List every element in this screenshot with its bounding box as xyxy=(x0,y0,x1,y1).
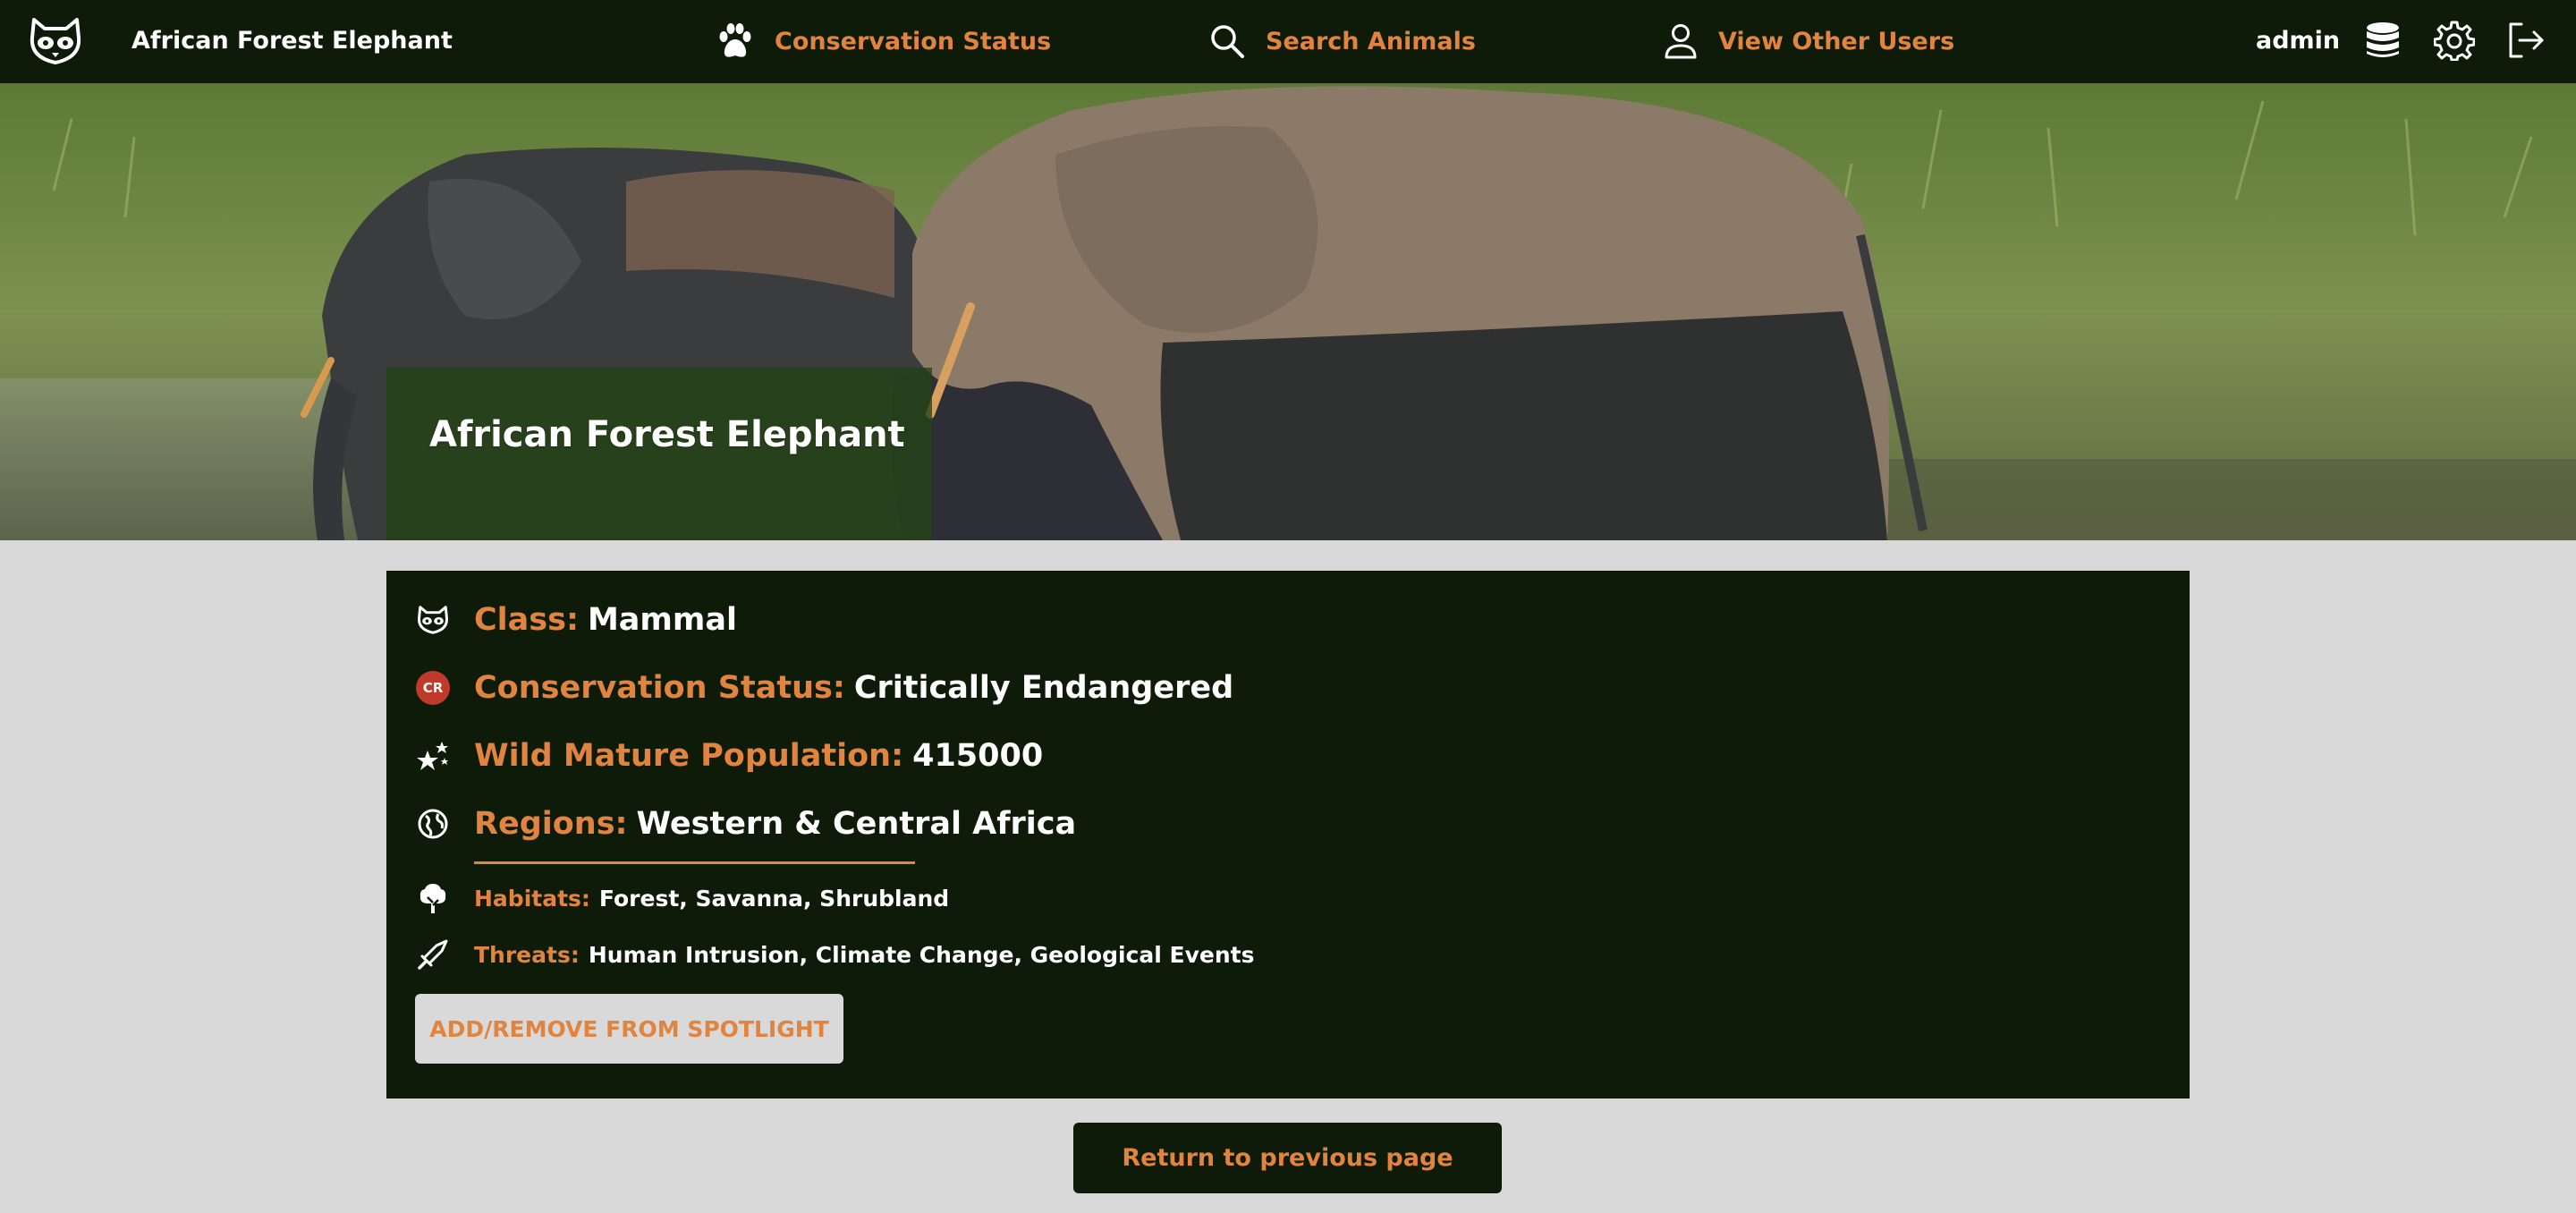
tree-icon xyxy=(415,880,451,916)
nav-conservation-status-label: Conservation Status xyxy=(775,27,1052,55)
regions-label: Regions: xyxy=(474,806,628,842)
detail-threats-row: Threats: Human Intrusion, Climate Change… xyxy=(415,937,1254,972)
detail-regions-row: Regions: Western & Central Africa xyxy=(415,806,1076,842)
add-remove-spotlight-button[interactable]: ADD/REMOVE FROM SPOTLIGHT xyxy=(415,994,843,1064)
status-value: Critically Endangered xyxy=(853,670,1234,706)
stars-icon xyxy=(415,738,451,774)
user-icon xyxy=(1665,24,1697,59)
status-badge-wrapper: CR xyxy=(415,670,451,706)
current-username[interactable]: admin xyxy=(2256,16,2340,66)
globe-icon xyxy=(415,806,451,842)
class-label: Class: xyxy=(474,602,579,638)
raccoon-logo-icon[interactable] xyxy=(27,14,84,68)
nav-search-animals-label: Search Animals xyxy=(1266,27,1476,55)
app-brand-title[interactable]: African Forest Elephant xyxy=(131,20,453,63)
habitats-label: Habitats: xyxy=(474,885,590,912)
status-label: Conservation Status: xyxy=(474,670,845,706)
hero-banner: African Forest Elephant xyxy=(0,83,2576,540)
class-value: Mammal xyxy=(587,602,737,638)
sword-icon xyxy=(415,937,451,972)
detail-status-row: CR Conservation Status: Critically Endan… xyxy=(415,670,1233,706)
logout-icon[interactable] xyxy=(2505,20,2546,61)
nav-view-other-users-link[interactable]: View Other Users xyxy=(1663,16,1954,66)
detail-class-row: Class: Mammal xyxy=(415,602,737,638)
search-icon xyxy=(1211,25,1244,58)
nav-conservation-status-link[interactable]: Conservation Status xyxy=(716,16,1051,66)
regions-value: Western & Central Africa xyxy=(636,806,1077,842)
gear-icon[interactable] xyxy=(2433,20,2476,62)
paw-icon xyxy=(719,23,751,57)
detail-population-row: Wild Mature Population: 415000 xyxy=(415,738,1043,774)
section-divider xyxy=(474,861,915,864)
population-label: Wild Mature Population: xyxy=(474,738,904,774)
threats-label: Threats: xyxy=(474,941,580,968)
raccoon-icon xyxy=(415,602,451,638)
detail-habitats-row: Habitats: Forest, Savanna, Shrubland xyxy=(415,880,949,916)
nav-view-other-users-label: View Other Users xyxy=(1718,27,1955,55)
database-icon[interactable] xyxy=(2362,20,2403,61)
return-to-previous-page-button[interactable]: Return to previous page xyxy=(1073,1123,1502,1193)
hero-title: African Forest Elephant xyxy=(429,414,905,455)
population-value: 415000 xyxy=(912,738,1044,774)
cr-status-badge: CR xyxy=(416,671,450,705)
habitats-value: Forest, Savanna, Shrubland xyxy=(598,885,950,912)
threats-value: Human Intrusion, Climate Change, Geologi… xyxy=(588,941,1255,968)
nav-search-animals-link[interactable]: Search Animals xyxy=(1208,16,1476,66)
top-navbar: African Forest Elephant Conservation Sta… xyxy=(0,0,2576,83)
animal-details-card: Class: Mammal CR Conservation Status: Cr… xyxy=(386,571,2190,1098)
hero-title-box: African Forest Elephant xyxy=(386,368,932,540)
